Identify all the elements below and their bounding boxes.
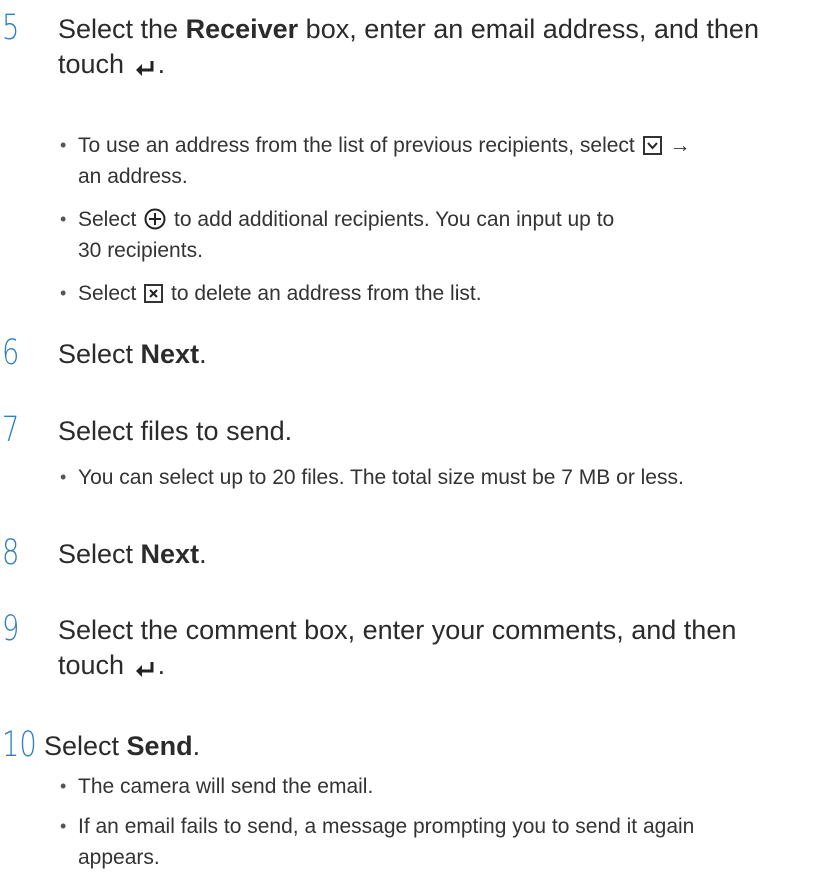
next-label: Next <box>140 339 200 369</box>
step-number: 9 <box>2 609 20 649</box>
step-instruction: Select files to send. <box>58 416 293 446</box>
step-number: 7 <box>2 410 20 450</box>
step-instruction: Select the comment box, enter your comme… <box>58 615 737 680</box>
list-item: Select to delete an address from the lis… <box>58 278 817 309</box>
delete-box-icon <box>144 284 164 303</box>
step-7-notes: You can select up to 20 files. The total… <box>58 462 817 493</box>
send-label: Send <box>126 731 193 761</box>
list-item: To use an address from the list of previ… <box>58 130 817 192</box>
receiver-label: Receiver <box>185 14 299 44</box>
step-instruction: Select Next. <box>58 339 207 369</box>
step-number: 8 <box>2 533 20 573</box>
list-item: Select to add additional recipients. You… <box>58 204 817 266</box>
step-instruction: Select Send. <box>44 731 201 761</box>
next-label: Next <box>140 539 200 569</box>
step-5-notes: To use an address from the list of previ… <box>58 130 817 309</box>
step-number: 10 <box>2 725 37 765</box>
step-number: 5 <box>2 8 20 48</box>
enter-return-icon <box>135 61 154 76</box>
list-item: You can select up to 20 files. The total… <box>58 462 817 493</box>
enter-return-icon <box>135 662 154 677</box>
dropdown-box-icon <box>642 136 662 155</box>
list-item: If an email fails to send, a message pro… <box>58 811 817 873</box>
step-instruction: Select Next. <box>58 539 207 569</box>
step-instruction: Select the Receiver box, enter an email … <box>58 14 759 79</box>
step-number: 6 <box>2 333 20 373</box>
step-10-notes: The camera will send the email. If an em… <box>58 771 817 873</box>
add-circle-icon <box>144 208 166 230</box>
list-item: The camera will send the email. <box>58 771 817 802</box>
